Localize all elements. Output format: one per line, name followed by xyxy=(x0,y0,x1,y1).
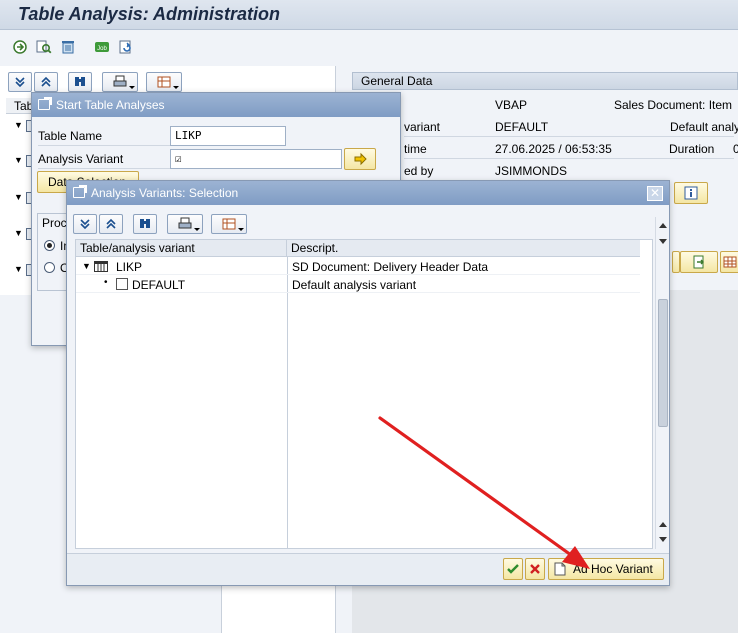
refresh-icon[interactable] xyxy=(116,37,136,57)
new-document-icon xyxy=(554,562,566,576)
variants-tree-grid: Table/analysis variant Descript. ▼ LIKP … xyxy=(75,239,653,549)
scroll-down-icon[interactable] xyxy=(659,537,667,542)
info-button[interactable] xyxy=(674,182,708,204)
display-icon[interactable] xyxy=(34,37,54,57)
grid-button[interactable] xyxy=(720,251,738,273)
divider xyxy=(404,136,734,137)
table-row[interactable]: • DEFAULT Default analysis variant xyxy=(76,276,640,293)
partial-button[interactable] xyxy=(672,251,680,273)
app-title-bar: Table Analysis: Administration xyxy=(0,0,738,30)
close-icon[interactable]: ✕ xyxy=(647,186,663,201)
job-icon-label: Job xyxy=(97,46,107,52)
radio-other[interactable] xyxy=(44,262,55,273)
scroll-up-icon[interactable] xyxy=(659,223,667,228)
dialog-title-bar: Analysis Variants: Selection xyxy=(67,181,669,205)
arrow-right-icon xyxy=(354,152,367,166)
confirm-button[interactable] xyxy=(503,558,523,580)
value-help-button[interactable] xyxy=(344,148,376,170)
analysis-variant-label: Analysis Variant xyxy=(38,152,124,166)
ad-hoc-variant-label: Ad Hoc Variant xyxy=(573,562,653,576)
export-icon xyxy=(693,255,704,269)
general-data-header: General Data xyxy=(352,72,738,90)
column-divider xyxy=(287,257,288,548)
dialog-title: Analysis Variants: Selection xyxy=(91,186,239,200)
layout-button[interactable] xyxy=(146,72,182,92)
dialog-edit-icon xyxy=(38,99,50,110)
cancel-icon xyxy=(530,564,540,574)
dialog-title-bar: Start Table Analyses xyxy=(32,93,400,117)
print-button[interactable] xyxy=(102,72,138,92)
general-data-variant-desc: Default analy xyxy=(670,120,738,134)
vertical-scrollbar[interactable] xyxy=(655,217,669,549)
general-data-time-label: time xyxy=(404,142,427,156)
scroll-up-icon[interactable] xyxy=(659,522,667,527)
analysis-variant-input[interactable]: ☑ xyxy=(170,149,342,169)
scroll-thumb[interactable] xyxy=(658,299,668,427)
export-button[interactable] xyxy=(680,251,718,273)
checkmark-icon xyxy=(507,564,519,574)
dialog-edit-icon xyxy=(73,187,85,198)
expand-all-button[interactable] xyxy=(8,72,32,92)
general-data-table-value: VBAP xyxy=(495,98,528,112)
table-row[interactable]: ▼ LIKP SD Document: Delivery Header Data xyxy=(76,258,640,275)
tree-bullet: • xyxy=(104,277,108,288)
tree-expander[interactable]: ▼ xyxy=(14,120,23,130)
column-header-variant[interactable]: Table/analysis variant xyxy=(76,240,287,257)
general-data-duration-label: Duration xyxy=(669,142,715,156)
divider xyxy=(38,168,172,169)
variant-description: Default analysis variant xyxy=(292,278,417,292)
ad-hoc-variant-button[interactable]: Ad Hoc Variant xyxy=(548,558,664,580)
tree-expander[interactable]: ▼ xyxy=(14,192,23,202)
general-data-time-value: 27.06.2025 / 06:53:35 xyxy=(495,142,612,156)
tree-expander[interactable]: ▼ xyxy=(82,261,91,271)
scroll-down-icon[interactable] xyxy=(659,239,667,244)
general-data-variant-value: DEFAULT xyxy=(495,120,549,134)
table-icon xyxy=(94,261,108,272)
general-data-by-label: ed by xyxy=(404,164,434,178)
main-toolbar: Job xyxy=(0,30,738,64)
variant-name: LIKP xyxy=(116,260,143,274)
analysis-variants-selection-dialog: Analysis Variants: Selection ✕ Table/ana… xyxy=(66,180,670,586)
table-name-label: Table Name xyxy=(38,129,103,143)
job-icon[interactable]: Job xyxy=(92,37,112,57)
radio-immediate[interactable] xyxy=(44,240,55,251)
expand-all-button[interactable] xyxy=(73,214,97,234)
processing-group-label: Proc xyxy=(42,216,67,230)
tree-expander[interactable]: ▼ xyxy=(14,155,23,165)
table-name-input[interactable]: LIKP xyxy=(170,126,286,146)
info-icon xyxy=(684,186,698,200)
grid-icon xyxy=(723,256,737,268)
collapse-all-button[interactable] xyxy=(99,214,123,234)
dialog-title: Start Table Analyses xyxy=(56,98,165,112)
delete-icon[interactable] xyxy=(58,37,78,57)
variant-name: DEFAULT xyxy=(132,278,186,292)
page-title: Table Analysis: Administration xyxy=(18,4,281,24)
tree-expander[interactable]: ▼ xyxy=(14,228,23,238)
find-button[interactable] xyxy=(68,72,92,92)
general-data-duration-value: 0 xyxy=(733,142,738,156)
tree-expander[interactable]: ▼ xyxy=(14,264,23,274)
layout-button[interactable] xyxy=(211,214,247,234)
variant-description: SD Document: Delivery Header Data xyxy=(292,260,489,274)
general-data-table-desc: Sales Document: Item xyxy=(614,98,733,112)
print-button[interactable] xyxy=(167,214,203,234)
collapse-all-button[interactable] xyxy=(34,72,58,92)
cancel-button[interactable] xyxy=(525,558,545,580)
general-data-by-value: JSIMMONDS xyxy=(495,164,567,178)
divider xyxy=(38,145,172,146)
general-data-variant-label: variant xyxy=(404,120,441,134)
execute-icon[interactable] xyxy=(10,37,30,57)
divider xyxy=(404,158,734,159)
variant-checkbox[interactable] xyxy=(116,278,128,290)
column-header-description[interactable]: Descript. xyxy=(287,240,640,257)
find-button[interactable] xyxy=(133,214,157,234)
